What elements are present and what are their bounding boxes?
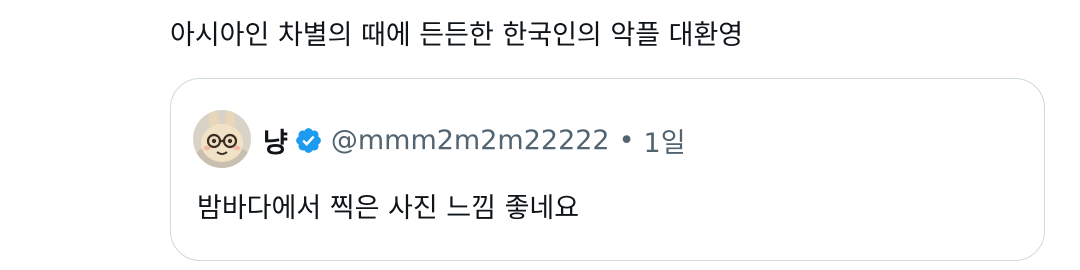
avatar-face-icon xyxy=(193,110,251,168)
quoted-post-card[interactable]: 냥 @mmm2m2m22222 • 1일 밤바다에서 찍은 사진 느낌 좋네요 xyxy=(170,78,1045,261)
user-avatar[interactable] xyxy=(193,110,251,168)
author-row: 냥 @mmm2m2m22222 • 1일 xyxy=(263,120,686,160)
tweet-container: 아시아인 차별의 때에 든든한 한국인의 악플 대환영 냥 @mmm2m2m22… xyxy=(0,0,1080,270)
quoted-post-text: 밤바다에서 찍은 사진 느낌 좋네요 xyxy=(197,193,580,224)
author-display-name[interactable]: 냥 xyxy=(263,121,288,160)
separator-dot: • xyxy=(618,124,635,156)
author-handle[interactable]: @mmm2m2m22222 xyxy=(331,125,610,156)
verified-badge-icon xyxy=(294,126,323,155)
post-text: 아시아인 차별의 때에 든든한 한국인의 악플 대환영 xyxy=(170,20,744,51)
post-timestamp[interactable]: 1일 xyxy=(644,121,686,160)
